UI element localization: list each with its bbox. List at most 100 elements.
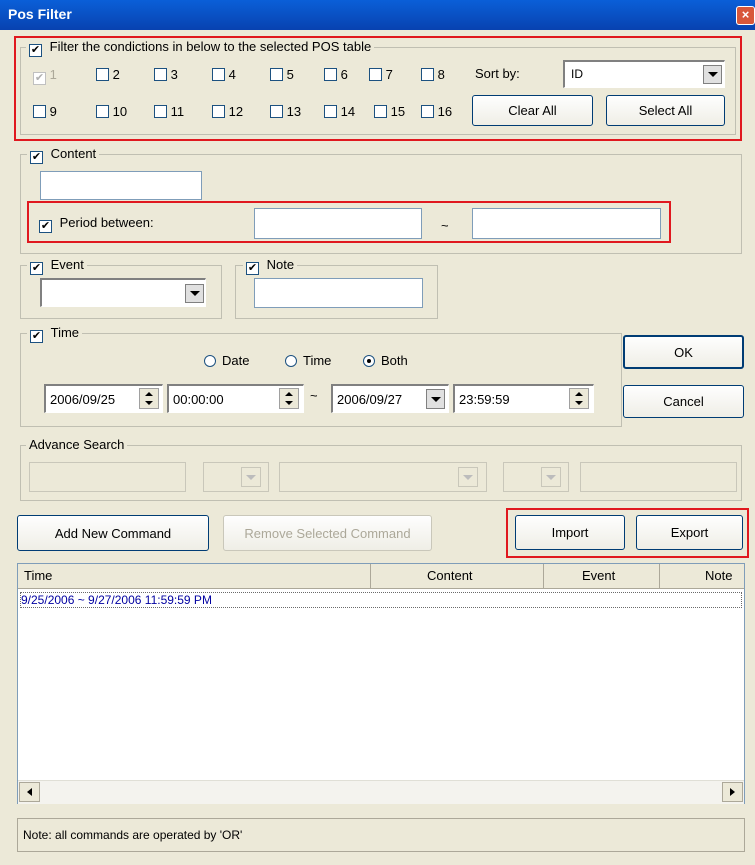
table-checkbox-5[interactable]: 5 xyxy=(270,67,294,82)
radio-time[interactable] xyxy=(285,354,297,367)
add-command-button[interactable]: Add New Command xyxy=(17,515,209,551)
table-8-label: 8 xyxy=(437,67,445,82)
table-checkbox-13[interactable]: 13 xyxy=(270,104,301,119)
event-dropdown[interactable] xyxy=(40,278,206,307)
period-to-input[interactable] xyxy=(472,208,661,239)
table-7-checkbox[interactable] xyxy=(369,68,382,81)
remove-command-button: Remove Selected Command xyxy=(223,515,432,551)
table-4-label: 4 xyxy=(228,67,236,82)
table-1-label: 1 xyxy=(49,67,57,82)
table-16-label: 16 xyxy=(437,104,453,119)
table-11-label: 11 xyxy=(170,104,185,119)
content-checkbox[interactable] xyxy=(30,151,43,164)
sort-by-dropdown[interactable]: ID xyxy=(563,60,725,88)
table-5-checkbox[interactable] xyxy=(270,68,283,81)
table-checkbox-14[interactable]: 14 xyxy=(324,104,355,119)
end-time-up[interactable] xyxy=(570,389,588,399)
table-5-label: 5 xyxy=(286,67,294,82)
table-9-label: 9 xyxy=(49,104,57,119)
table-checkbox-8[interactable]: 8 xyxy=(421,67,445,82)
period-from-input[interactable] xyxy=(254,208,422,239)
start-time-down[interactable] xyxy=(280,399,298,409)
table-14-checkbox[interactable] xyxy=(324,105,337,118)
ok-button[interactable]: OK xyxy=(623,335,744,369)
start-time-spinner[interactable] xyxy=(279,388,299,409)
select-all-button[interactable]: Select All xyxy=(606,95,725,126)
list-row[interactable]: 9/25/2006 ~ 9/27/2006 11:59:59 PM xyxy=(20,592,742,608)
command-list[interactable]: Time Content Event Note 9/25/2006 ~ 9/27… xyxy=(17,563,745,804)
content-input[interactable] xyxy=(40,171,202,200)
table-16-checkbox[interactable] xyxy=(421,105,434,118)
clear-all-button[interactable]: Clear All xyxy=(472,95,593,126)
start-date-value: 2006/09/25 xyxy=(50,392,116,407)
scroll-left-button[interactable] xyxy=(19,782,40,802)
event-checkbox[interactable] xyxy=(30,262,43,275)
table-6-checkbox[interactable] xyxy=(324,68,337,81)
column-header-content[interactable]: Content xyxy=(371,564,544,588)
table-checkbox-6[interactable]: 6 xyxy=(324,67,348,82)
table-checkbox-4[interactable]: 4 xyxy=(212,67,236,82)
table-checkbox-10[interactable]: 10 xyxy=(96,104,127,119)
column-header-event[interactable]: Event xyxy=(544,564,660,588)
table-13-checkbox[interactable] xyxy=(270,105,283,118)
radio-date[interactable] xyxy=(204,354,216,367)
horizontal-scrollbar[interactable] xyxy=(18,780,744,804)
sort-by-dropdown-arrow[interactable] xyxy=(703,65,722,84)
note-checkbox[interactable] xyxy=(246,262,259,275)
start-date-field[interactable]: 2006/09/25 xyxy=(44,384,163,413)
table-9-checkbox[interactable] xyxy=(33,105,46,118)
table-4-checkbox[interactable] xyxy=(212,68,225,81)
status-bar: Note: all commands are operated by 'OR' xyxy=(17,818,745,852)
radio-date-option[interactable]: Date xyxy=(204,353,249,368)
filter-checkbox[interactable] xyxy=(29,44,42,57)
table-checkbox-7[interactable]: 7 xyxy=(369,67,393,82)
period-checkbox[interactable] xyxy=(39,220,52,233)
column-header-note[interactable]: Note xyxy=(660,564,744,588)
time-group-legend: Time xyxy=(27,325,83,343)
scroll-right-button[interactable] xyxy=(722,782,743,802)
sort-by-label: Sort by: xyxy=(475,66,520,81)
filter-label: Filter the condictions in below to the s… xyxy=(49,39,372,54)
radio-both[interactable] xyxy=(363,354,375,367)
start-date-up[interactable] xyxy=(140,389,158,399)
start-time-field[interactable]: 00:00:00 xyxy=(167,384,304,413)
time-tilde: ~ xyxy=(310,388,318,403)
table-checkbox-12[interactable]: 12 xyxy=(212,104,243,119)
table-checkbox-16[interactable]: 16 xyxy=(421,104,452,119)
table-15-checkbox[interactable] xyxy=(374,105,387,118)
table-checkbox-3[interactable]: 3 xyxy=(154,67,178,82)
end-time-spinner[interactable] xyxy=(569,388,589,409)
column-header-time[interactable]: Time xyxy=(18,564,371,588)
table-checkbox-2[interactable]: 2 xyxy=(96,67,120,82)
note-input[interactable] xyxy=(254,278,423,308)
table-2-checkbox[interactable] xyxy=(96,68,109,81)
end-date-field[interactable]: 2006/09/27 xyxy=(331,384,449,413)
table-11-checkbox[interactable] xyxy=(154,105,167,118)
end-date-dropdown-arrow[interactable] xyxy=(426,389,445,409)
table-8-checkbox[interactable] xyxy=(421,68,434,81)
close-button[interactable]: × xyxy=(736,6,755,25)
table-12-checkbox[interactable] xyxy=(212,105,225,118)
start-time-up[interactable] xyxy=(280,389,298,399)
table-2-label: 2 xyxy=(112,67,120,82)
time-checkbox[interactable] xyxy=(30,330,43,343)
period-checkbox-row[interactable]: Period between: xyxy=(39,215,154,233)
table-checkbox-9[interactable]: 9 xyxy=(33,104,57,119)
import-button[interactable]: Import xyxy=(515,515,625,550)
cancel-button[interactable]: Cancel xyxy=(623,385,744,418)
table-checkbox-15[interactable]: 15 xyxy=(374,104,405,119)
event-dropdown-arrow[interactable] xyxy=(185,284,204,303)
export-button[interactable]: Export xyxy=(636,515,743,550)
end-time-field[interactable]: 23:59:59 xyxy=(453,384,594,413)
table-14-label: 14 xyxy=(340,104,356,119)
table-checkbox-11[interactable]: 11 xyxy=(154,104,184,119)
radio-time-option[interactable]: Time xyxy=(285,353,331,368)
table-10-checkbox[interactable] xyxy=(96,105,109,118)
table-3-checkbox[interactable] xyxy=(154,68,167,81)
radio-both-option[interactable]: Both xyxy=(363,353,408,368)
start-date-down[interactable] xyxy=(140,399,158,409)
end-time-down[interactable] xyxy=(570,399,588,409)
title-bar[interactable] xyxy=(0,0,755,30)
status-text: Note: all commands are operated by 'OR' xyxy=(23,828,243,842)
start-date-spinner[interactable] xyxy=(139,388,159,409)
